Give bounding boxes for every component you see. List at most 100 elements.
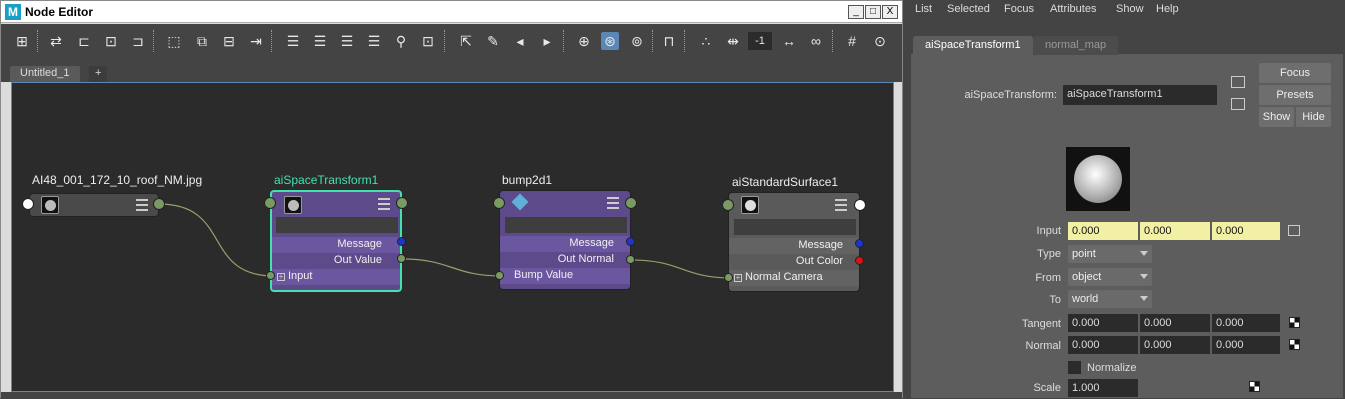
add-node-icon[interactable]: ⊞ xyxy=(13,32,31,50)
node-menu-icon[interactable] xyxy=(378,198,390,210)
shader-outcolor-port[interactable] xyxy=(855,256,864,265)
tab-untitled-1[interactable]: Untitled_1 xyxy=(10,66,80,82)
close-button[interactable]: X xyxy=(882,5,898,19)
magnet-icon[interactable]: ⊙ xyxy=(871,32,889,50)
tab-normal-map[interactable]: normal_map xyxy=(1033,36,1119,55)
space-input-port[interactable] xyxy=(266,271,275,280)
input-connection-icon[interactable] xyxy=(1231,76,1245,88)
normal-z-field[interactable]: 0.000 xyxy=(1212,336,1280,354)
menu-focus[interactable]: Focus xyxy=(1004,3,1034,15)
bump-in-port[interactable] xyxy=(493,197,505,209)
graph-canvas[interactable]: AI48_001_172_10_roof_NM.jpg aiSpaceTrans… xyxy=(11,82,894,392)
menu-attributes[interactable]: Attributes xyxy=(1050,3,1096,15)
expand-icon[interactable]: ⇹ xyxy=(724,32,742,50)
bump-message-port[interactable] xyxy=(626,237,635,246)
menu-help[interactable]: Help xyxy=(1156,3,1179,15)
show-button[interactable]: Show xyxy=(1259,107,1294,127)
tangent-map-icon[interactable] xyxy=(1289,317,1300,328)
file-node[interactable] xyxy=(29,193,159,217)
node-name-field[interactable] xyxy=(505,217,627,233)
type-dropdown[interactable]: point xyxy=(1068,245,1152,263)
forward-icon[interactable]: ▸ xyxy=(538,32,556,50)
file-output-port[interactable] xyxy=(153,198,165,210)
back-icon[interactable]: ◂ xyxy=(511,32,529,50)
normalize-checkbox[interactable] xyxy=(1068,361,1081,374)
space-in-port[interactable] xyxy=(264,197,276,209)
input-y-field[interactable]: 0.000 xyxy=(1140,222,1210,240)
bump-outnormal-port[interactable] xyxy=(626,255,635,264)
lock-icon[interactable]: ⊓ xyxy=(660,32,678,50)
to-dropdown[interactable]: world xyxy=(1068,290,1152,308)
add-tab-button[interactable]: + xyxy=(89,66,108,82)
layout-list1-icon[interactable]: ☰ xyxy=(284,32,302,50)
input-icon[interactable]: ⊏ xyxy=(75,32,93,50)
layout-list4-icon[interactable]: ☰ xyxy=(365,32,383,50)
maximize-button[interactable]: □ xyxy=(865,5,881,19)
from-dropdown[interactable]: object xyxy=(1068,268,1152,286)
filter-icon[interactable]: ⊚ xyxy=(628,32,646,50)
connect-mode-icon[interactable]: ⊛ xyxy=(601,32,619,50)
bump-node[interactable]: Message Out Normal Bump Value xyxy=(499,190,631,290)
graph-up-icon[interactable]: ⊟ xyxy=(220,32,238,50)
search-icon[interactable]: ⚲ xyxy=(392,32,410,50)
bump-value-port[interactable] xyxy=(495,271,504,280)
node-name-field[interactable] xyxy=(734,219,856,235)
input-x-field[interactable]: 0.000 xyxy=(1068,222,1138,240)
output-icon[interactable]: ⊐ xyxy=(129,32,147,50)
grid-icon[interactable]: ⊕ xyxy=(575,32,593,50)
tangent-x-field[interactable]: 0.000 xyxy=(1068,314,1138,332)
swap-icon[interactable]: ⇄ xyxy=(47,32,65,50)
input-output-icon[interactable]: ⊡ xyxy=(102,32,120,50)
normal-map-icon[interactable] xyxy=(1289,339,1300,350)
expand-plus-icon[interactable]: + xyxy=(277,273,285,281)
swap-horizontal-icon[interactable]: ↔ xyxy=(780,32,798,50)
node-menu-icon[interactable] xyxy=(835,199,847,211)
presets-button[interactable]: Presets xyxy=(1259,85,1331,105)
minimize-button[interactable]: _ xyxy=(848,5,864,19)
snapshot-icon[interactable]: ⊡ xyxy=(419,32,437,50)
node-menu-icon[interactable] xyxy=(607,197,619,209)
pin-icon[interactable]: ⇱ xyxy=(457,32,475,50)
shader-in-port[interactable] xyxy=(722,199,734,211)
map-input-icon[interactable] xyxy=(1288,225,1300,236)
space-out-port[interactable] xyxy=(396,197,408,209)
space-transform-node[interactable]: Message Out Value + Input xyxy=(270,190,402,292)
node-name-field[interactable] xyxy=(276,217,398,233)
infinity-icon[interactable]: ∞ xyxy=(807,32,825,50)
expand-plus-icon[interactable]: + xyxy=(734,274,742,282)
hide-button[interactable]: Hide xyxy=(1296,107,1331,127)
space-outvalue-port[interactable] xyxy=(397,254,406,263)
node-menu-icon[interactable] xyxy=(136,199,148,211)
menu-selected[interactable]: Selected xyxy=(947,3,990,15)
shader-message-port[interactable] xyxy=(855,239,864,248)
dots-icon[interactable]: ∴ xyxy=(697,32,715,50)
tangent-y-field[interactable]: 0.000 xyxy=(1140,314,1210,332)
space-message-port[interactable] xyxy=(397,237,406,246)
tangent-z-field[interactable]: 0.000 xyxy=(1212,314,1280,332)
output-connection-icon[interactable] xyxy=(1231,98,1245,110)
menu-show[interactable]: Show xyxy=(1116,3,1144,15)
bump-out-port[interactable] xyxy=(625,197,637,209)
shader-node[interactable]: Message Out Color + Normal Camera xyxy=(728,192,860,292)
input-z-field[interactable]: 0.000 xyxy=(1212,222,1280,240)
edit-icon[interactable]: ✎ xyxy=(484,32,502,50)
node-name-field[interactable]: aiSpaceTransform1 xyxy=(1063,85,1217,105)
scale-field[interactable]: 1.000 xyxy=(1068,379,1138,397)
layout-list2-icon[interactable]: ☰ xyxy=(311,32,329,50)
normal-x-field[interactable]: 0.000 xyxy=(1068,336,1138,354)
shader-out-port[interactable] xyxy=(854,199,866,211)
layout-list3-icon[interactable]: ☰ xyxy=(338,32,356,50)
frame-all-icon[interactable]: ⬚ xyxy=(165,32,183,50)
frame-selected-icon[interactable]: ⧉ xyxy=(193,32,211,50)
hash-icon[interactable]: # xyxy=(843,32,861,50)
shader-normal-camera-port[interactable] xyxy=(724,273,733,282)
file-input-port[interactable] xyxy=(22,198,34,210)
scale-map-icon[interactable] xyxy=(1249,381,1260,392)
scale-label: Scale xyxy=(1033,382,1061,394)
graph-down-icon[interactable]: ⇥ xyxy=(247,32,265,50)
tab-aispacetransform1[interactable]: aiSpaceTransform1 xyxy=(913,36,1033,55)
normal-y-field[interactable]: 0.000 xyxy=(1140,336,1210,354)
field-icon[interactable]: -1 xyxy=(748,32,772,50)
menu-list[interactable]: List xyxy=(915,3,932,15)
focus-button[interactable]: Focus xyxy=(1259,63,1331,83)
